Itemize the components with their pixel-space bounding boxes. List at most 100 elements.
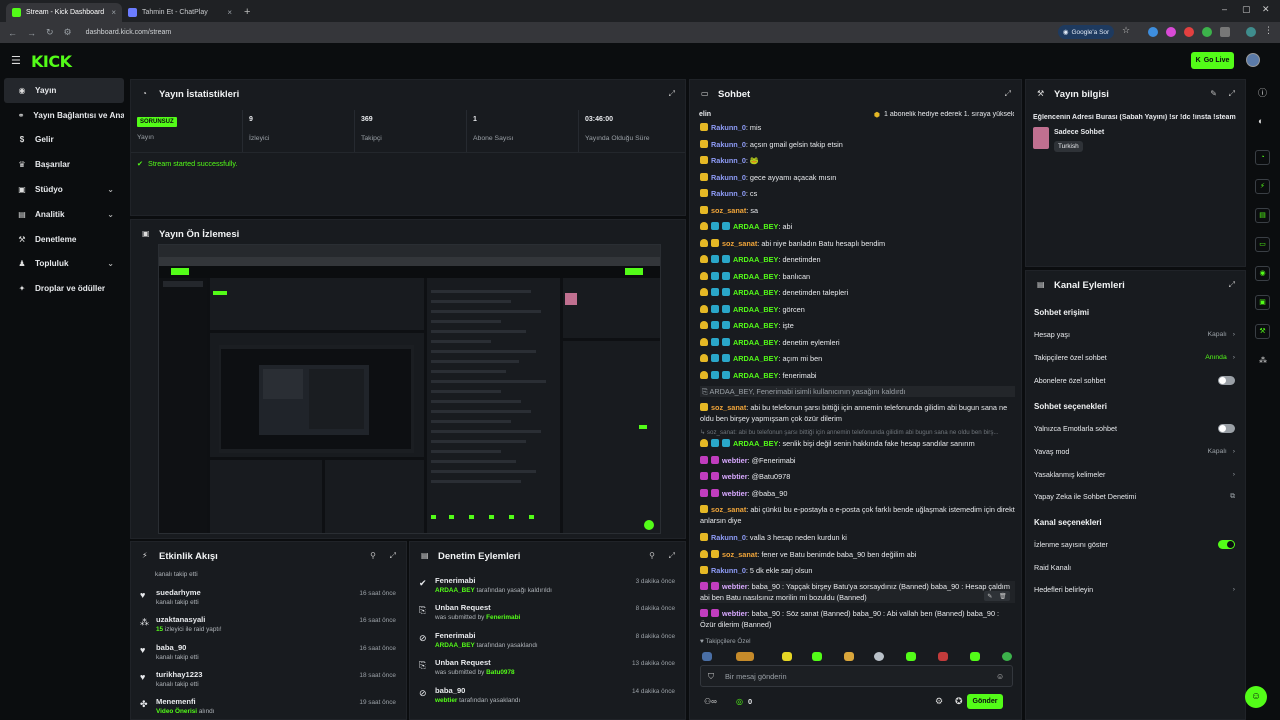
theme-toggle-icon[interactable]: ◐	[1258, 116, 1263, 126]
chat-message[interactable]: soz_sanat: abi bu telefonun şarsı bittiğ…	[700, 402, 1015, 424]
emote-icon[interactable]	[844, 652, 854, 661]
activity-row[interactable]: ♥ suedarhyme kanalı takip etti 16 saat ö…	[131, 584, 406, 611]
sidebar-item-droplar[interactable]: ✦ Droplar ve ödüller	[4, 276, 124, 301]
rail-chat-button[interactable]: ▭	[1255, 237, 1270, 252]
stream-preview-video[interactable]	[158, 244, 661, 534]
extension-purple-icon[interactable]	[1166, 27, 1176, 37]
bookmark-star-icon[interactable]: ☆	[1122, 25, 1132, 35]
chat-message[interactable]: ARDAA_BEY: denetim eylemleri	[700, 337, 1015, 348]
extensions-puzzle-icon[interactable]	[1220, 27, 1230, 37]
close-window-icon[interactable]: ✕	[1262, 4, 1270, 15]
extension-red-icon[interactable]	[1184, 27, 1194, 37]
subs-chat-row[interactable]: Abonelere özel sohbet	[1034, 373, 1235, 388]
chat-user[interactable]: ARDAA_BEY	[733, 338, 778, 347]
chat-user[interactable]: ARDAA_BEY	[733, 371, 778, 380]
ai-moderation-row[interactable]: Yapay Zeka ile Sohbet Denetimi ⧉	[1034, 489, 1235, 504]
emoji-icon[interactable]: ☺	[996, 672, 1004, 681]
chat-user[interactable]: ARDAA_BEY	[733, 321, 778, 330]
browser-menu-icon[interactable]: ⋮	[1264, 25, 1274, 35]
rail-channel-button[interactable]: ▣	[1255, 295, 1270, 310]
chat-message[interactable]: soz_sanat: abi niye banladın Batu hesapl…	[700, 238, 1015, 249]
rail-activity-button[interactable]: ⚡	[1255, 179, 1270, 194]
sidebar-item-studyo[interactable]: ▣ Stüdyo ⌄	[4, 177, 124, 202]
filter-icon[interactable]: ⚲	[649, 551, 655, 560]
chat-user[interactable]: webtier	[722, 582, 748, 591]
chat-message[interactable]: ARDAA_BEY: işte	[700, 320, 1015, 331]
go-live-button[interactable]: K Go Live	[1191, 52, 1234, 69]
chat-user[interactable]: ARDAA_BEY	[733, 255, 778, 264]
moderation-row[interactable]: ⎘ Unban Request was submitted by Batu097…	[410, 654, 685, 681]
emote-icon[interactable]	[970, 652, 980, 661]
extension-translate-icon[interactable]	[1148, 27, 1158, 37]
chat-message[interactable]: soz_sanat: fener ve Batu benimde baba_90…	[700, 549, 1015, 560]
chat-user[interactable]: ARDAA_BEY	[733, 305, 778, 314]
sidebar-item-basarilar[interactable]: ♛ Başarılar	[4, 152, 124, 177]
emote-only-row[interactable]: Yalnızca Emotlarla sohbet	[1034, 421, 1235, 436]
forward-icon[interactable]: →	[27, 28, 36, 38]
pinned-gift-banner[interactable]: elin ⬢ 1 abonelik hediye ederek 1. sıray…	[699, 109, 1014, 120]
sidebar-item-denetleme[interactable]: ⚒ Denetleme	[4, 227, 124, 252]
chat-message[interactable]: ARDAA_BEY: denetimden talepleri	[700, 287, 1015, 298]
chat-message[interactable]: Rakunn_0: 🐸	[700, 155, 1015, 166]
browser-tab-chatplay[interactable]: Tahmin Et - ChatPlay ×	[122, 3, 238, 22]
emote-icon[interactable]	[782, 652, 792, 661]
rail-moderation-button[interactable]: ▤	[1255, 208, 1270, 223]
chat-user[interactable]: Rakunn_0	[711, 156, 746, 165]
chat-user[interactable]: soz_sanat	[711, 403, 746, 412]
sidebar-item-analitik[interactable]: ▤ Analitik ⌄	[4, 202, 124, 227]
chat-user[interactable]: soz_sanat	[711, 505, 746, 514]
activity-row[interactable]: ⁂ uzaktanasyali 15 izleyici ile raid yap…	[131, 611, 406, 638]
emote-icon[interactable]	[906, 652, 916, 661]
chat-message-input[interactable]: Bir mesaj gönderin	[700, 665, 1013, 687]
moderation-row[interactable]: ✔ Fenerimabi ARDAA_BEY tarafından yasağı…	[410, 572, 685, 599]
maximize-icon[interactable]: ▢	[1242, 4, 1251, 15]
chat-message[interactable]: Rakunn_0: valla 3 hesap neden kurdun ki	[700, 532, 1015, 543]
info-icon[interactable]: ⓘ	[1258, 86, 1267, 99]
chat-message[interactable]: soz_sanat: abi çünkü bu e-postayla o e-p…	[700, 504, 1015, 526]
chat-user[interactable]: Rakunn_0	[711, 533, 746, 542]
expand-icon[interactable]: ⤢	[669, 89, 675, 99]
chat-message[interactable]: webtier: @baba_90	[700, 488, 1015, 499]
emote-icon[interactable]	[874, 652, 884, 661]
moderation-row[interactable]: ⎘ Unban Request was submitted by Fenerim…	[410, 599, 685, 626]
sidebar-item-gelir[interactable]: $ Gelir	[4, 128, 124, 153]
chat-message[interactable]: Rakunn_0: gece ayyamı açacak mısın	[700, 172, 1015, 183]
chat-user[interactable]: Rakunn_0	[711, 173, 746, 182]
expand-icon[interactable]: ⤢	[1229, 280, 1235, 290]
apps-icon[interactable]: ⁂	[1259, 356, 1267, 365]
tag-chip[interactable]: Turkish	[1054, 141, 1083, 152]
profile-avatar-icon[interactable]	[1246, 27, 1256, 37]
expand-icon[interactable]: ⤢	[1229, 89, 1235, 99]
chat-message[interactable]: ARDAA_BEY: abi	[700, 221, 1015, 232]
moderation-row[interactable]: ⊘ Fenerimabi ARDAA_BEY tarafından yasakl…	[410, 627, 685, 654]
show-viewers-toggle[interactable]	[1218, 540, 1235, 549]
expand-icon[interactable]: ⤢	[390, 551, 396, 561]
chat-message[interactable]: Rakunn_0: 5 dk ekle sarj olsun	[700, 565, 1015, 576]
emote-icon[interactable]	[812, 652, 822, 661]
activity-row[interactable]: ♥ turikhay1223 kanalı takip etti 18 saat…	[131, 666, 406, 693]
chat-user[interactable]: Rakunn_0	[711, 123, 746, 132]
category-name[interactable]: Sadece Sohbet	[1054, 129, 1104, 136]
chat-user[interactable]: webtier	[722, 472, 748, 481]
chat-message[interactable]: ARDAA_BEY: görcen	[700, 304, 1015, 315]
minimize-icon[interactable]: –	[1222, 4, 1227, 14]
extension-green-icon[interactable]	[1202, 27, 1212, 37]
emote-only-toggle[interactable]	[1218, 424, 1235, 433]
kick-logo[interactable]: KICK	[31, 52, 72, 71]
chat-user[interactable]: ARDAA_BEY	[733, 354, 778, 363]
chat-message[interactable]: ARDAA_BEY: açım mi ben	[700, 353, 1015, 364]
pin-icon[interactable]: ✎	[987, 593, 992, 600]
emote-icon[interactable]	[736, 652, 754, 661]
avatar[interactable]	[1246, 53, 1260, 67]
filter-icon[interactable]: ⚲	[370, 551, 376, 560]
subs-chat-toggle[interactable]	[1218, 376, 1235, 385]
url-field[interactable]: dashboard.kick.com/stream	[86, 29, 172, 36]
help-chat-icon[interactable]: ☺	[1245, 686, 1267, 708]
back-icon[interactable]: ←	[8, 28, 17, 38]
slow-mode-row[interactable]: Yavaş mod Kapalı ›	[1034, 444, 1235, 459]
google-ask-button[interactable]: ◉ Google'a Sor	[1058, 25, 1114, 39]
edit-pencil-icon[interactable]: ✎	[1210, 89, 1217, 98]
chat-message[interactable]: webtier: @Batu0978	[700, 471, 1015, 482]
site-info-icon[interactable]: ⚙	[64, 27, 72, 38]
banned-words-row[interactable]: Yasaklanmış kelimeler ›	[1034, 467, 1235, 482]
